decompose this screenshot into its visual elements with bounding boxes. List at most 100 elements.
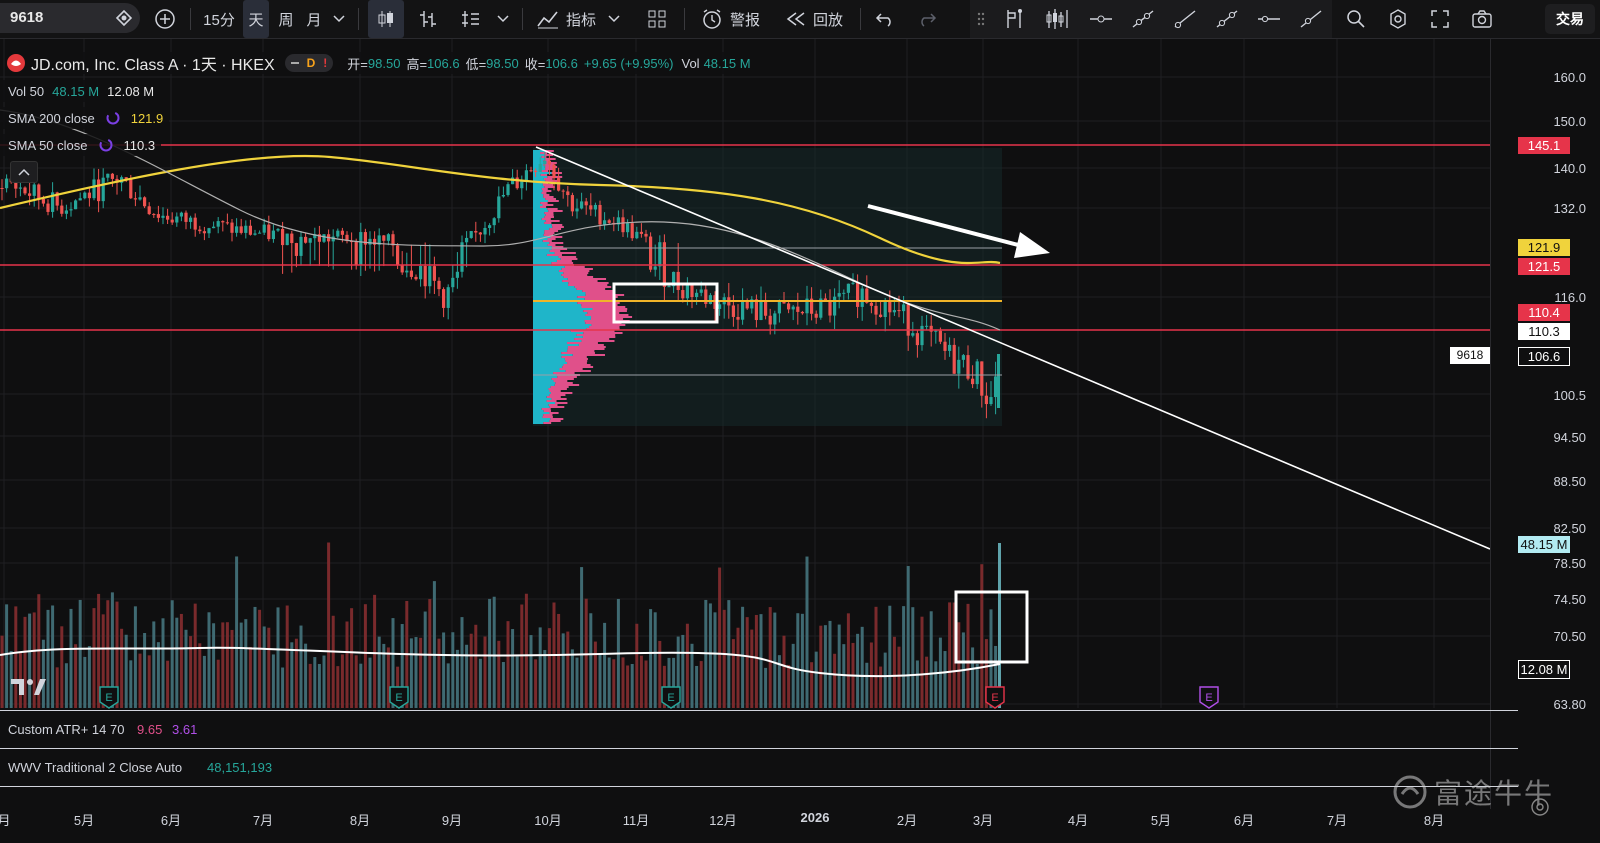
redo-icon[interactable] xyxy=(912,0,942,38)
trade-button[interactable]: 交易 xyxy=(1545,4,1595,34)
indicators-button[interactable]: 指标 xyxy=(533,0,623,38)
volume-bar xyxy=(823,625,827,708)
symbol-search[interactable]: 9618 xyxy=(0,3,140,33)
profile-bar-up xyxy=(533,412,550,414)
profile-bar-up xyxy=(533,202,541,204)
panel-name: Custom ATR+ 14 70 xyxy=(8,722,125,737)
market-status-badge[interactable]: D ! xyxy=(284,54,334,72)
volume-bar xyxy=(534,659,538,708)
volume-bar xyxy=(566,631,570,708)
volume-bar xyxy=(943,651,947,708)
candle-body xyxy=(833,296,837,316)
volume-bar xyxy=(695,665,699,708)
profile-bar-down xyxy=(546,396,561,398)
zoom-icon[interactable] xyxy=(1340,0,1372,38)
candle-body xyxy=(37,184,41,199)
interval-15m[interactable]: 15分 xyxy=(200,0,238,38)
profile-bar-up xyxy=(533,336,583,338)
collapse-legend-button[interactable] xyxy=(10,161,38,183)
symbol-type-icon[interactable] xyxy=(114,9,134,27)
price-tick: 74.50 xyxy=(1553,592,1586,607)
candle-body xyxy=(561,190,565,192)
profile-bar-up xyxy=(533,208,548,210)
jd-logo-icon xyxy=(7,54,25,72)
profile-bar-up xyxy=(533,312,588,314)
candle-body xyxy=(874,305,878,315)
profile-bar-down xyxy=(581,304,618,306)
candle-body xyxy=(460,242,464,272)
extended-line-icon[interactable] xyxy=(1210,0,1244,38)
profile-bar-up xyxy=(533,276,564,278)
bar-marker-icon[interactable] xyxy=(998,0,1032,38)
ray-icon[interactable] xyxy=(1168,0,1202,38)
profile-bar-up xyxy=(533,308,593,310)
horizontal-line-icon[interactable] xyxy=(1252,0,1286,38)
volume-bar xyxy=(207,612,211,708)
candle-body xyxy=(483,227,487,235)
pattern-icon[interactable] xyxy=(1040,0,1074,38)
candle-body xyxy=(5,178,9,189)
hline-price-tag: 145.1 xyxy=(1518,137,1570,154)
profile-bar-down xyxy=(545,220,560,222)
study-vol50[interactable]: Vol 50 48.15 M 12.08 M xyxy=(0,80,161,102)
trend-line-icon[interactable] xyxy=(1126,0,1160,38)
bars-style-icon[interactable] xyxy=(412,0,442,38)
study-sma200[interactable]: SMA 200 close 121.9 xyxy=(0,107,170,129)
profile-bar-up xyxy=(533,224,552,226)
volume-bar xyxy=(699,661,703,708)
candle-body xyxy=(446,287,450,308)
candle-body xyxy=(474,231,478,233)
atr-panel[interactable]: Custom ATR+ 14 70 9.65 3.61 xyxy=(0,710,1518,749)
candle-body xyxy=(791,306,795,310)
profile-bar-down xyxy=(555,402,568,404)
style-dropdown-icon[interactable] xyxy=(494,0,512,38)
volume-bar xyxy=(915,660,919,708)
profile-bar-up xyxy=(533,210,549,212)
candle-body xyxy=(699,289,703,293)
interval-week[interactable]: 周 xyxy=(274,0,298,38)
volume-bar xyxy=(304,643,308,708)
candles-style-icon[interactable] xyxy=(368,0,404,38)
alerts-button[interactable]: 警报 xyxy=(694,0,766,38)
drag-handle-icon[interactable] xyxy=(974,0,988,38)
volume-bar xyxy=(354,655,358,708)
candle-body xyxy=(478,232,482,235)
undo-icon[interactable] xyxy=(870,0,900,38)
profile-bar-up xyxy=(533,288,577,290)
candle-body xyxy=(759,300,763,321)
info-line-icon[interactable] xyxy=(1294,0,1328,38)
layout-grid-icon[interactable] xyxy=(642,0,672,38)
candle-body xyxy=(736,316,740,320)
settings-gear-icon[interactable] xyxy=(1382,0,1414,38)
tradingview-logo xyxy=(11,679,46,695)
fullscreen-icon[interactable] xyxy=(1424,0,1456,38)
wwv-panel[interactable]: WWV Traditional 2 Close Auto 48,151,193 xyxy=(0,748,1518,787)
interval-month[interactable]: 月 xyxy=(302,0,326,38)
profile-bar-up xyxy=(533,420,550,422)
symbol-text: 9618 xyxy=(10,9,44,26)
profile-bar-up xyxy=(533,298,585,300)
candle-body xyxy=(787,303,791,310)
horizontal-ray-icon[interactable] xyxy=(1084,0,1118,38)
settings-gear-icon[interactable] xyxy=(1528,795,1552,819)
profile-bar-down xyxy=(556,260,572,262)
time-tick: 4月 xyxy=(1067,813,1089,828)
volume-bar xyxy=(74,644,78,708)
candle-body xyxy=(230,222,234,233)
chart-settings-icon[interactable] xyxy=(454,0,486,38)
profile-bar-up xyxy=(533,194,544,196)
volume-bar xyxy=(787,664,791,708)
profile-bar-down xyxy=(557,376,577,378)
profile-bar-up xyxy=(533,364,564,366)
volume-bar xyxy=(511,629,515,708)
interval-dropdown-icon[interactable] xyxy=(330,0,348,38)
interval-day[interactable]: 天 xyxy=(243,0,269,38)
profile-bar-down xyxy=(540,152,548,154)
camera-icon[interactable] xyxy=(1466,0,1498,38)
replay-button[interactable]: 回放 xyxy=(780,0,848,38)
study-sma50[interactable]: SMA 50 close 110.3 xyxy=(0,134,162,156)
compare-add-icon[interactable] xyxy=(150,0,180,38)
volume-bar xyxy=(129,660,133,708)
time-tick: 6月 xyxy=(160,813,182,828)
candle-body xyxy=(635,231,639,239)
